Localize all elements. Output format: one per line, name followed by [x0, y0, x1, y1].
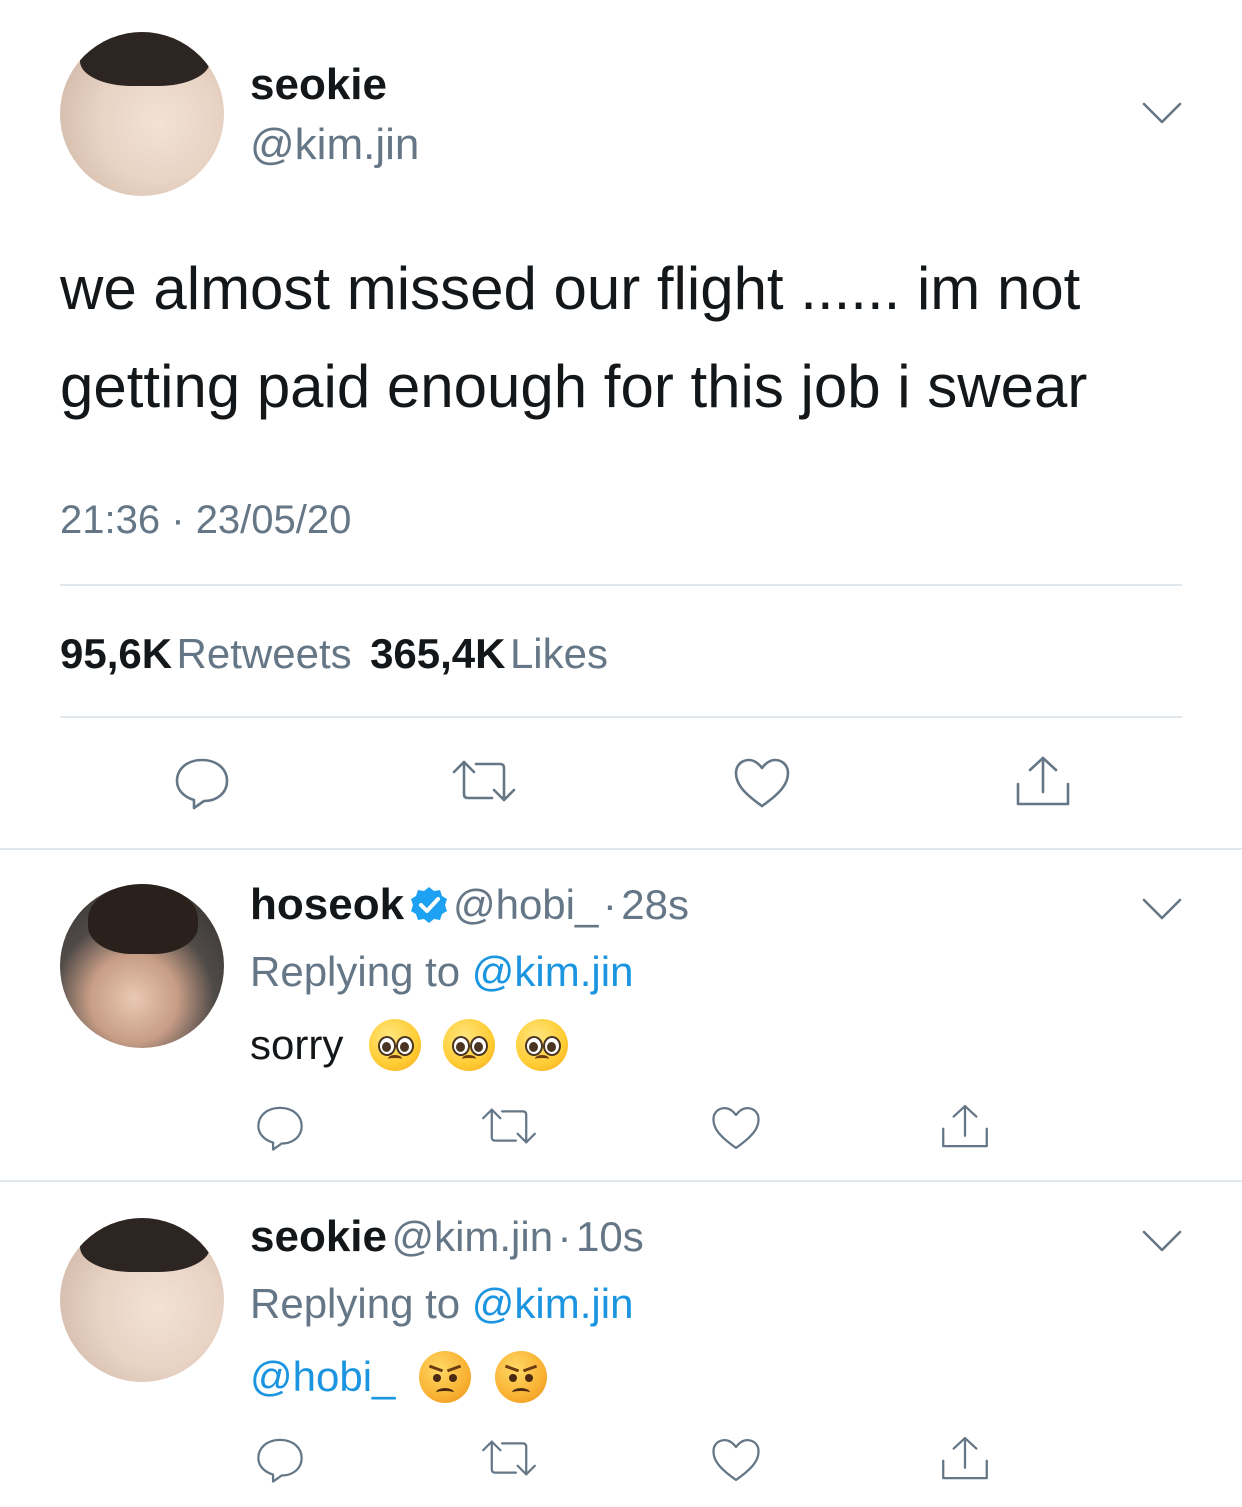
divider	[60, 584, 1182, 586]
reply-author-handle[interactable]: @kim.jin	[391, 1213, 553, 1260]
likes-label: Likes	[509, 630, 609, 677]
reply-icon[interactable]	[254, 1434, 306, 1484]
reply-icon[interactable]	[172, 754, 232, 810]
retweets-stat[interactable]: 95,6K Retweets	[60, 630, 356, 677]
reply-author-name[interactable]: hoseok	[250, 880, 404, 929]
main-tweet-avatar[interactable]	[60, 32, 224, 196]
replying-to-prefix: Replying to	[250, 948, 461, 995]
main-tweet-author-name[interactable]: seokie	[250, 60, 387, 110]
reply-header: seokie @kim.jin · 10s	[250, 1212, 644, 1262]
replying-to: Replying to @kim.jin	[250, 1280, 633, 1328]
verified-icon	[410, 887, 447, 923]
replying-to-link[interactable]: @kim.jin	[472, 948, 634, 995]
reply-text: @hobi_	[250, 1350, 547, 1403]
divider	[0, 848, 1242, 850]
reply-author-handle[interactable]: @hobi_	[453, 881, 598, 928]
share-icon[interactable]	[1012, 752, 1074, 812]
share-icon[interactable]	[938, 1100, 992, 1154]
pleading-face-emoji	[369, 1018, 422, 1071]
timestamp-separator: ·	[602, 881, 617, 928]
retweet-icon[interactable]	[478, 1104, 540, 1148]
divider	[0, 1180, 1242, 1182]
chevron-down-icon[interactable]	[1138, 1222, 1186, 1258]
main-tweet-time: 21:36	[60, 498, 161, 542]
replying-to-link[interactable]: @kim.jin	[472, 1280, 634, 1327]
reply-icon[interactable]	[254, 1102, 306, 1152]
reply-time[interactable]: 28s	[621, 881, 689, 928]
reply-text-content: sorry	[250, 1020, 344, 1068]
reply-author-name[interactable]: seokie	[250, 1212, 387, 1261]
like-icon[interactable]	[710, 1104, 762, 1152]
reply-text: sorry	[250, 1018, 569, 1071]
main-tweet-text-line-1: we almost missed our flight ...... im no…	[60, 255, 1081, 322]
share-icon[interactable]	[938, 1432, 992, 1486]
reply-avatar[interactable]	[60, 884, 224, 1048]
angry-face-emoji	[494, 1350, 547, 1403]
divider	[60, 716, 1182, 718]
retweet-icon[interactable]	[448, 756, 520, 806]
main-tweet-text: we almost missed our flight ...... im no…	[60, 240, 1210, 436]
timestamp-separator: ·	[557, 1213, 572, 1260]
reply-time[interactable]: 10s	[576, 1213, 644, 1260]
likes-count: 365,4K	[370, 630, 506, 677]
angry-face-emoji	[419, 1350, 472, 1403]
replying-to: Replying to @kim.jin	[250, 948, 633, 996]
mention-link[interactable]: @hobi_	[250, 1353, 395, 1400]
main-tweet-date: 23/05/20	[195, 498, 352, 542]
main-tweet-text-line-2: getting paid enough for this job i swear	[60, 353, 1088, 420]
pleading-face-emoji	[442, 1018, 495, 1071]
reply-avatar[interactable]	[60, 1218, 224, 1382]
reply-header: hoseok @hobi_ · 28s	[250, 880, 689, 930]
retweet-icon[interactable]	[478, 1436, 540, 1480]
pleading-face-emoji	[516, 1018, 569, 1071]
likes-stat[interactable]: 365,4K Likes	[370, 630, 608, 677]
like-icon[interactable]	[732, 756, 792, 810]
timestamp-separator: ·	[171, 498, 185, 542]
main-tweet-timestamp[interactable]: 21:36 · 23/05/20	[60, 498, 351, 543]
main-tweet-stats: 95,6K Retweets 365,4K Likes	[60, 630, 608, 678]
replying-to-prefix: Replying to	[250, 1280, 461, 1327]
chevron-down-icon[interactable]	[1138, 890, 1186, 926]
chevron-down-icon[interactable]	[1138, 94, 1186, 130]
retweets-count: 95,6K	[60, 630, 173, 677]
like-icon[interactable]	[710, 1436, 762, 1484]
main-tweet-author-handle[interactable]: @kim.jin	[250, 120, 419, 170]
retweets-label: Retweets	[176, 630, 352, 677]
